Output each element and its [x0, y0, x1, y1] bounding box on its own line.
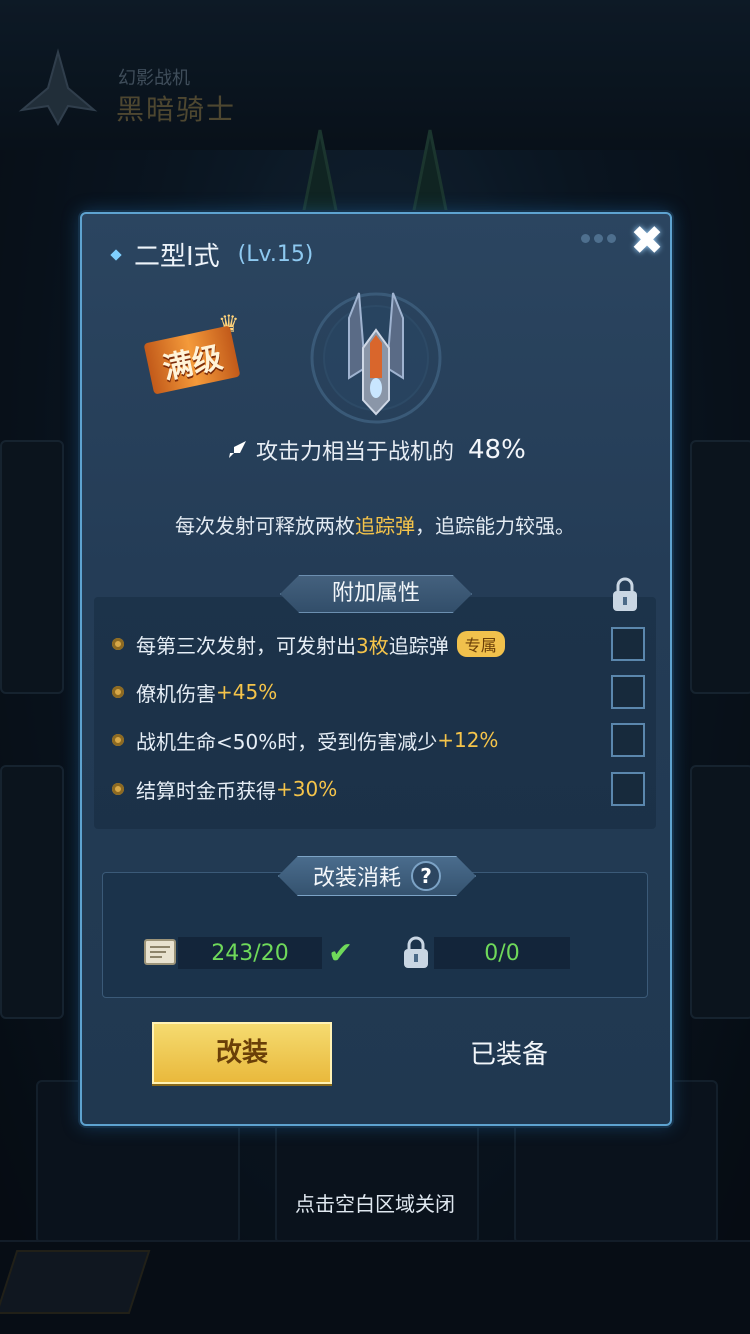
- bullet-icon: [112, 686, 124, 698]
- weapon-module-icon: [310, 292, 442, 424]
- attribute-row: 结算时金币获得 +30%: [112, 773, 337, 805]
- attribute-value: +30%: [276, 777, 338, 801]
- attribute-value: 3枚: [356, 633, 389, 658]
- weapon-description: 每次发射可释放两枚追踪弹，追踪能力较强。: [0, 510, 750, 539]
- attack-text: 攻击力相当于战机的: [256, 440, 455, 465]
- attribute-text: 每第三次发射，可发射出: [136, 633, 356, 658]
- attribute-suffix: 追踪弹: [388, 633, 449, 658]
- lock-icon: [404, 936, 428, 968]
- help-icon[interactable]: ?: [411, 861, 441, 891]
- attribute-value: +12%: [437, 728, 499, 752]
- lock-icon[interactable]: [610, 576, 640, 614]
- attack-percent: 48%: [468, 435, 526, 465]
- weapon-name: 二型I式: [134, 242, 220, 272]
- attribute-text: 僚机伤害: [136, 681, 216, 706]
- diamond-icon: [110, 248, 122, 261]
- attribute-lock-checkbox-1[interactable]: [611, 627, 645, 661]
- weapon-level: (Lv.15): [237, 242, 314, 267]
- attribute-text: 战机生命<50%时，受到伤害减少: [136, 729, 438, 754]
- lock-have: 0: [484, 940, 499, 966]
- equipped-status: 已装备: [470, 1040, 549, 1070]
- attribute-lock-checkbox-4[interactable]: [611, 772, 645, 806]
- attribute-value: +45%: [216, 680, 278, 704]
- cost-lock-item: 0/0: [398, 936, 570, 970]
- blueprint-have: 243: [211, 940, 254, 966]
- blueprint-need: /20: [253, 940, 289, 966]
- modify-button[interactable]: 改装: [152, 1022, 332, 1084]
- attribute-lock-checkbox-3[interactable]: [611, 723, 645, 757]
- blueprint-count: 243/20: [178, 937, 322, 969]
- bullet-icon: [112, 734, 124, 746]
- attributes-title: 附加属性: [280, 575, 472, 613]
- weapon-header: 二型I式 (Lv.15): [110, 236, 314, 273]
- attribute-row: 僚机伤害 +45%: [112, 676, 277, 708]
- lock-need: /0: [498, 940, 520, 966]
- close-button[interactable]: ✖: [624, 218, 670, 264]
- bullet-icon: [112, 638, 124, 650]
- attribute-row: 每第三次发射，可发射出 3枚 追踪弹 专属: [112, 628, 505, 660]
- corner-decoration: [581, 234, 616, 243]
- bullet-icon: [112, 783, 124, 795]
- attack-info: 攻击力相当于战机的 48%: [226, 434, 526, 466]
- attribute-lock-checkbox-2[interactable]: [611, 675, 645, 709]
- cost-blueprint: 243/20 ✔: [142, 935, 354, 971]
- checkmark-icon: ✔: [328, 935, 354, 971]
- cost-title: 改装消耗 ?: [278, 856, 476, 896]
- lock-count: 0/0: [434, 937, 570, 969]
- close-hint: 点击空白区域关闭: [295, 1192, 455, 1216]
- max-level-badge: ♛ 满级: [138, 310, 268, 395]
- attribute-text: 结算时金币获得: [136, 778, 276, 803]
- description-text-end: ，追踪能力较强。: [415, 514, 575, 538]
- description-text: 每次发射可释放两枚: [175, 514, 355, 538]
- attribute-row: 战机生命<50%时，受到伤害减少 +12%: [112, 724, 498, 756]
- cost-title-label: 改装消耗: [312, 866, 401, 891]
- blueprint-icon: [144, 939, 176, 965]
- rocket-icon: [229, 441, 246, 458]
- exclusive-tag: 专属: [456, 631, 505, 657]
- description-highlight: 追踪弹: [355, 514, 415, 538]
- max-level-label: 满级: [143, 325, 241, 395]
